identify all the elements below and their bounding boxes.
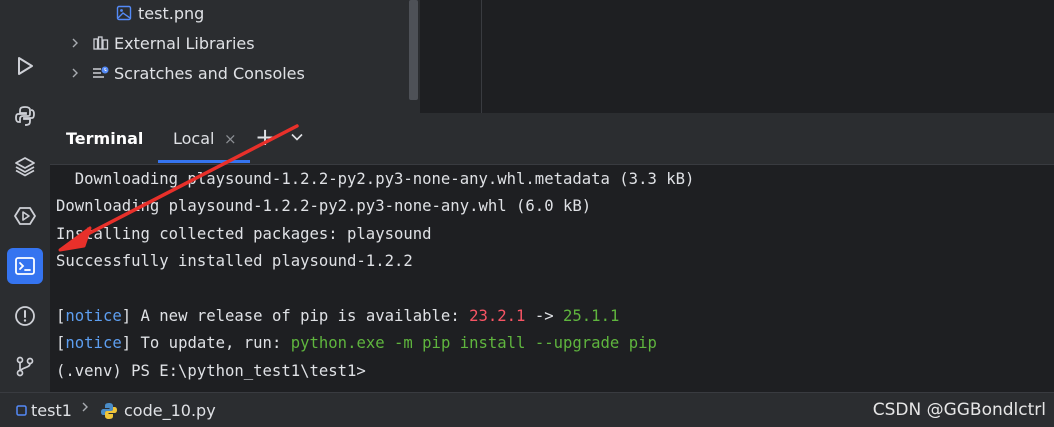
tree-item-external-libraries[interactable]: External Libraries bbox=[70, 30, 255, 56]
tab-local[interactable]: Local × bbox=[158, 113, 250, 163]
breadcrumb-separator bbox=[80, 401, 90, 413]
project-panel: test.png External Libraries Scratches an… bbox=[50, 0, 420, 113]
tab-label: Local bbox=[173, 129, 215, 148]
terminal-line-notice: [notice] A new release of pip is availab… bbox=[56, 307, 620, 325]
activity-bar bbox=[0, 0, 50, 392]
terminal-output[interactable]: Downloading playsound-1.2.2-py2.py3-none… bbox=[50, 165, 1054, 392]
module-icon bbox=[16, 405, 27, 416]
breadcrumb-file-label: code_10.py bbox=[124, 401, 216, 420]
chevron-down-icon[interactable] bbox=[290, 129, 304, 148]
old-version: 23.2.1 bbox=[469, 307, 526, 325]
chevron-right-icon[interactable] bbox=[70, 68, 80, 78]
new-tab-button[interactable]: + bbox=[255, 123, 275, 151]
close-icon[interactable]: × bbox=[224, 130, 237, 148]
breadcrumb-file[interactable]: code_10.py bbox=[100, 401, 216, 420]
editor-area[interactable] bbox=[420, 0, 1054, 113]
chevron-right-icon[interactable] bbox=[70, 38, 80, 48]
terminal-header: Terminal Local × + bbox=[50, 113, 1054, 165]
tree-item-label: test.png bbox=[138, 3, 205, 23]
scratches-icon bbox=[92, 65, 110, 81]
python-file-icon bbox=[100, 402, 118, 420]
tab-active-indicator bbox=[158, 160, 250, 163]
terminal-line: Downloading playsound-1.2.2-py2.py3-none… bbox=[56, 197, 592, 215]
services-icon[interactable] bbox=[7, 198, 43, 234]
new-version: 25.1.1 bbox=[563, 307, 620, 325]
breadcrumb-project-label: test1 bbox=[31, 401, 72, 420]
project-scrollbar[interactable] bbox=[409, 0, 418, 100]
terminal-line: Successfully installed playsound-1.2.2 bbox=[56, 252, 413, 270]
notice-tag: notice bbox=[65, 307, 122, 325]
terminal-line: Installing collected packages: playsound bbox=[56, 225, 432, 243]
watermark: CSDN @GGBondlctrl bbox=[872, 400, 1046, 420]
terminal-icon[interactable] bbox=[7, 248, 43, 284]
layers-icon[interactable] bbox=[7, 148, 43, 184]
git-icon[interactable] bbox=[7, 348, 43, 384]
breadcrumb-project[interactable]: test1 bbox=[16, 401, 72, 420]
terminal-line: Downloading playsound-1.2.2-py2.py3-none… bbox=[56, 170, 695, 188]
run-icon[interactable] bbox=[7, 48, 43, 84]
upgrade-command: python.exe -m pip install --upgrade pip bbox=[290, 334, 657, 352]
image-file-icon bbox=[116, 5, 132, 21]
editor-divider bbox=[481, 0, 482, 113]
terminal-line-notice: [notice] To update, run: python.exe -m p… bbox=[56, 334, 657, 352]
terminal-title: Terminal bbox=[66, 129, 144, 148]
notice-tag: notice bbox=[65, 334, 122, 352]
tree-item-scratches[interactable]: Scratches and Consoles bbox=[70, 60, 305, 86]
tree-item-label: Scratches and Consoles bbox=[114, 63, 305, 83]
tree-item-label: External Libraries bbox=[114, 33, 255, 53]
library-icon bbox=[92, 35, 110, 51]
python-console-icon[interactable] bbox=[7, 98, 43, 134]
tree-item-test-png[interactable]: test.png bbox=[116, 0, 204, 26]
terminal-prompt[interactable]: (.venv) PS E:\python_test1\test1> bbox=[56, 358, 366, 385]
status-bar: test1 code_10.py CSDN @GGBondlctrl bbox=[0, 392, 1054, 427]
problems-icon[interactable] bbox=[7, 298, 43, 334]
